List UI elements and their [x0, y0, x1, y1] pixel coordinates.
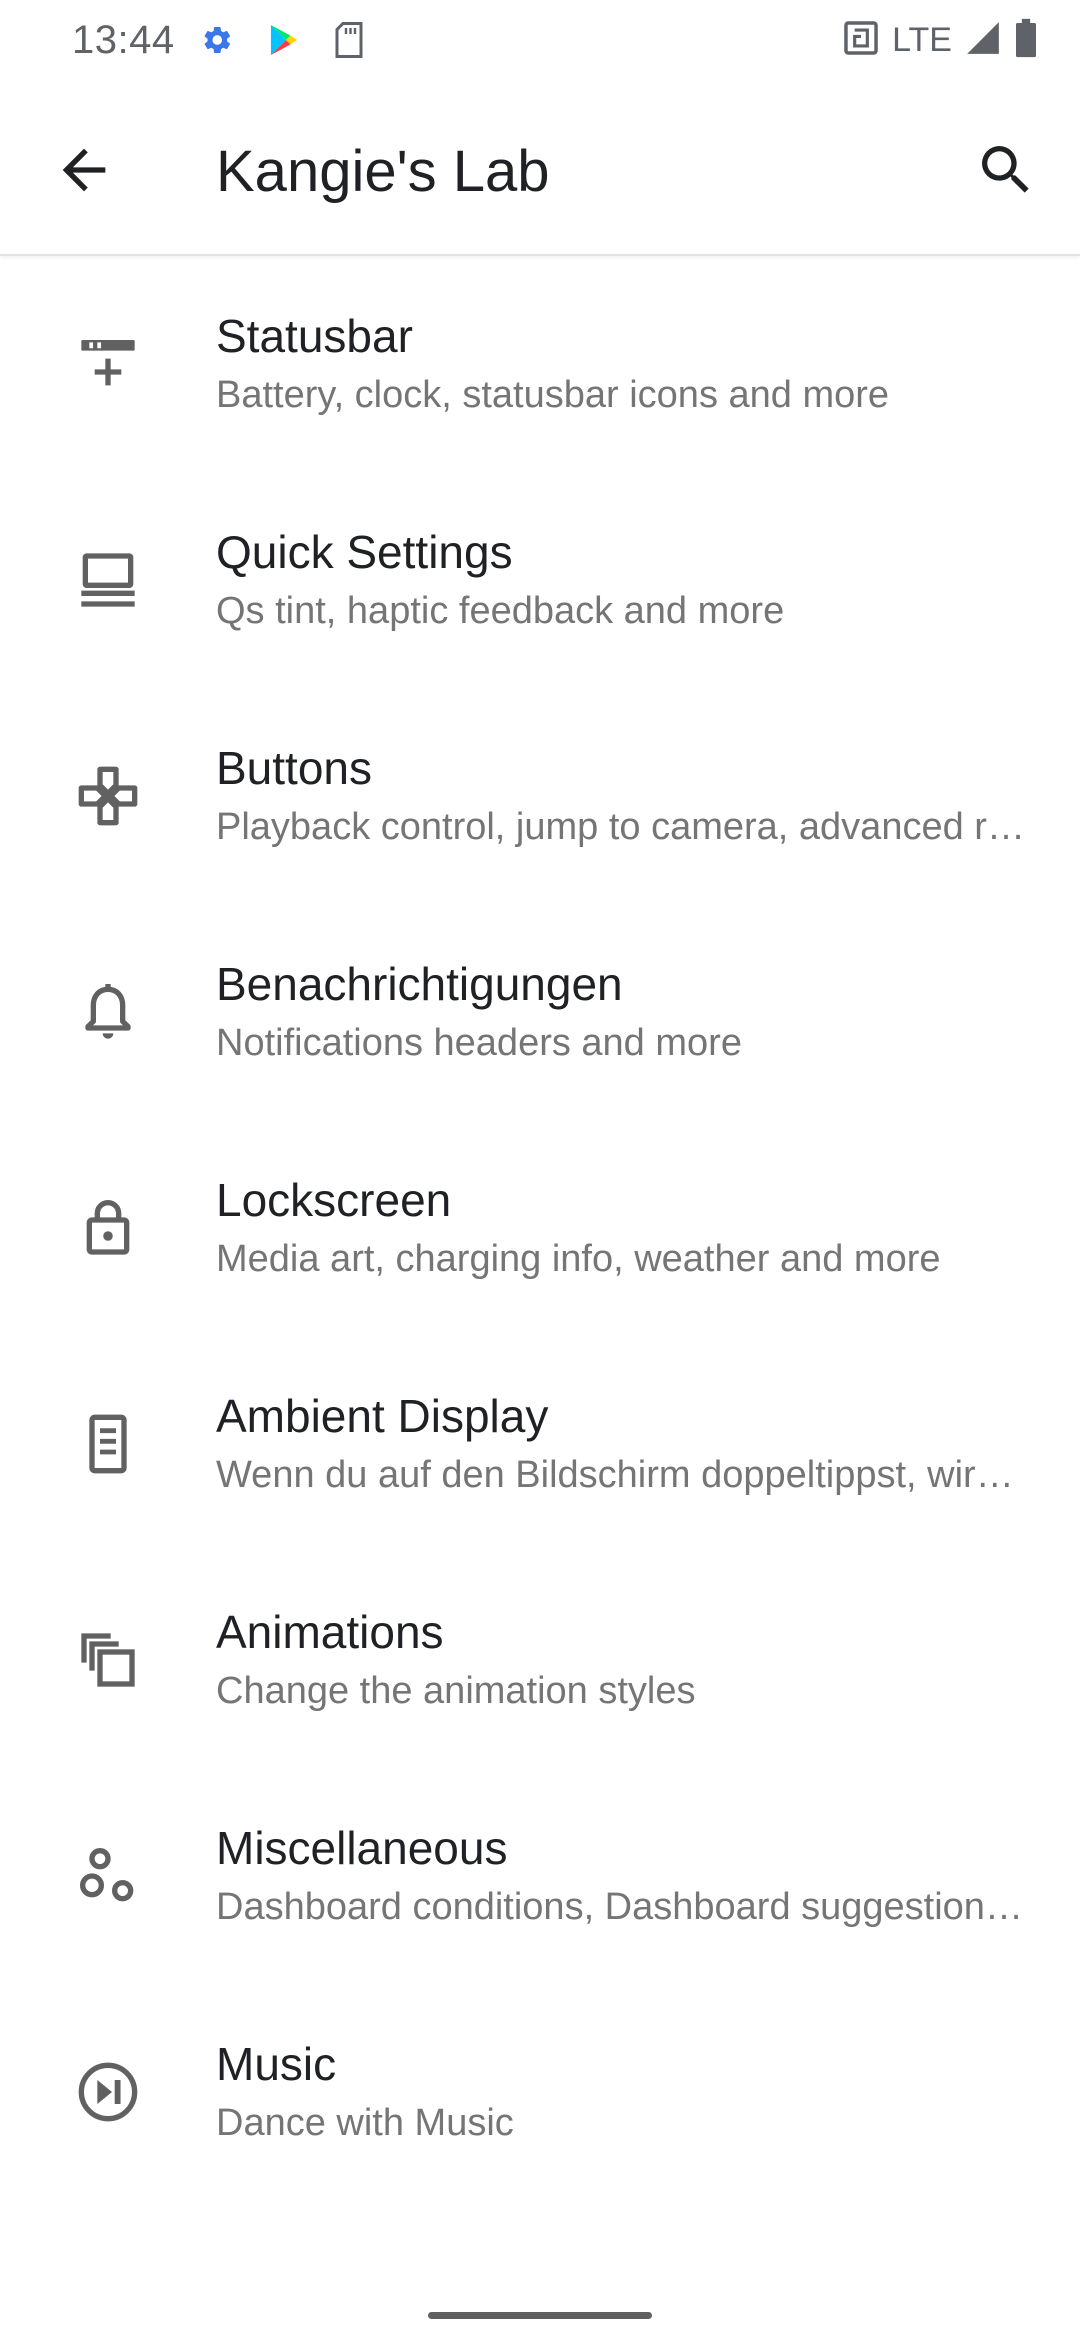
- item-subtitle: Change the animation styles: [216, 1670, 696, 1712]
- list-item-text: Quick Settings Qs tint, haptic feedback …: [216, 522, 1026, 638]
- item-subtitle: Dance with Music: [216, 2102, 514, 2144]
- page-title: Kangie's Lab: [216, 139, 550, 204]
- item-subtitle: Dashboard conditions, Dashboard suggesti…: [216, 1886, 1026, 1928]
- item-subtitle: Wenn du auf den Bildschirm doppeltippst,…: [216, 1454, 1026, 1496]
- gesture-nav-handle[interactable]: [428, 2312, 652, 2319]
- copy-layers-icon: [72, 1624, 144, 1696]
- list-item-animations[interactable]: Animations Change the animation styles: [0, 1552, 1080, 1768]
- list-item-statusbar[interactable]: Statusbar Battery, clock, statusbar icon…: [0, 256, 1080, 472]
- quick-settings-icon: [72, 544, 144, 616]
- battery-icon: [1014, 18, 1038, 63]
- list-item-ambient-display[interactable]: Ambient Display Wenn du auf den Bildschi…: [0, 1336, 1080, 1552]
- item-title: Lockscreen: [216, 1174, 452, 1226]
- sd-card-icon: [334, 22, 364, 63]
- list-item-text: Statusbar Battery, clock, statusbar icon…: [216, 306, 1026, 422]
- network-type: LTE: [892, 21, 952, 59]
- item-subtitle: Notifications headers and more: [216, 1022, 742, 1064]
- item-title: Music: [216, 2038, 337, 2090]
- item-subtitle: Qs tint, haptic feedback and more: [216, 590, 785, 632]
- list-item-buttons[interactable]: Buttons Playback control, jump to camera…: [0, 688, 1080, 904]
- bubbles-icon: [72, 1840, 144, 1912]
- item-title: Buttons: [216, 742, 372, 794]
- item-subtitle: Battery, clock, statusbar icons and more: [216, 374, 890, 416]
- search-button[interactable]: [962, 128, 1050, 216]
- signal-icon: [964, 19, 1002, 62]
- list-item-text: Miscellaneous Dashboard conditions, Dash…: [216, 1818, 1026, 1934]
- list-item-text: Animations Change the animation styles: [216, 1602, 1026, 1718]
- gamepad-icon: [72, 760, 144, 832]
- back-button[interactable]: [40, 128, 128, 216]
- item-subtitle: Playback control, jump to camera, advanc…: [216, 806, 1026, 848]
- list-item-text: Benachrichtigungen Notifications headers…: [216, 954, 1026, 1070]
- item-title: Miscellaneous: [216, 1822, 508, 1874]
- statusbar-icon: [72, 328, 144, 400]
- device-doc-icon: [72, 1408, 144, 1480]
- app-bar: Kangie's Lab: [0, 88, 1080, 256]
- notification-icons: [200, 22, 364, 63]
- list-item-text: Music Dance with Music: [216, 2034, 1026, 2150]
- list-item-quick-settings[interactable]: Quick Settings Qs tint, haptic feedback …: [0, 472, 1080, 688]
- item-subtitle: Media art, charging info, weather and mo…: [216, 1238, 941, 1280]
- list-item-miscellaneous[interactable]: Miscellaneous Dashboard conditions, Dash…: [0, 1768, 1080, 1984]
- arrow-back-icon: [52, 138, 116, 207]
- bell-icon: [72, 976, 144, 1048]
- item-title: Benachrichtigungen: [216, 958, 623, 1010]
- play-store-icon: [268, 23, 300, 62]
- settings-gear-icon: [200, 23, 234, 62]
- play-pause-circle-icon: [72, 2056, 144, 2128]
- settings-list: Statusbar Battery, clock, statusbar icon…: [0, 256, 1080, 2200]
- item-title: Quick Settings: [216, 526, 513, 578]
- search-icon: [974, 138, 1038, 207]
- system-icons: LTE: [842, 18, 1038, 63]
- list-item-lockscreen[interactable]: Lockscreen Media art, charging info, wea…: [0, 1120, 1080, 1336]
- status-time: 13:44: [72, 18, 175, 62]
- item-title: Animations: [216, 1606, 444, 1658]
- nfc-icon: [842, 19, 880, 62]
- list-item-notifications[interactable]: Benachrichtigungen Notifications headers…: [0, 904, 1080, 1120]
- lock-icon: [72, 1192, 144, 1264]
- list-item-text: Lockscreen Media art, charging info, wea…: [216, 1170, 1026, 1286]
- status-bar: 13:44 LTE: [0, 0, 1080, 88]
- list-item-text: Buttons Playback control, jump to camera…: [216, 738, 1026, 854]
- list-item-text: Ambient Display Wenn du auf den Bildschi…: [216, 1386, 1026, 1502]
- item-title: Statusbar: [216, 310, 413, 362]
- list-item-music[interactable]: Music Dance with Music: [0, 1984, 1080, 2200]
- item-title: Ambient Display: [216, 1390, 549, 1442]
